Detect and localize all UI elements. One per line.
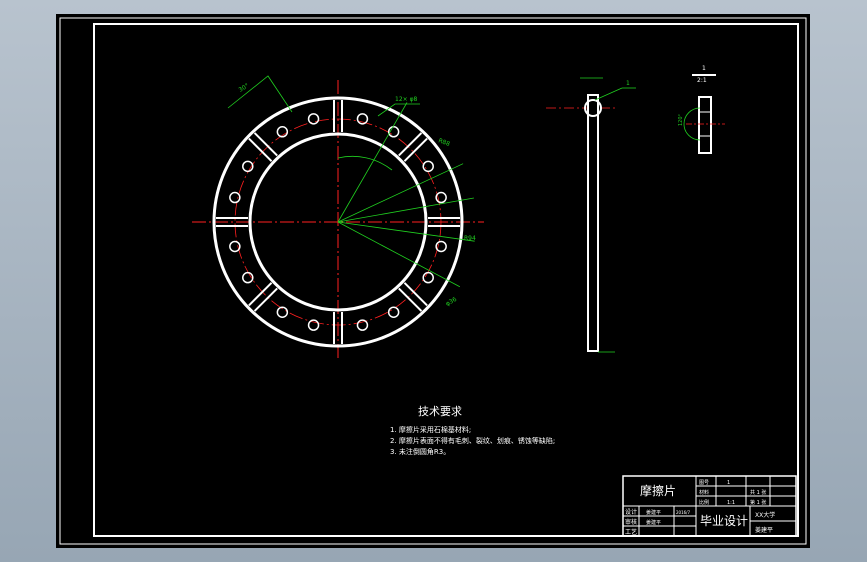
tb-right-label-1: 图号 [699, 480, 709, 486]
tb-row-label-1: 设计 [625, 508, 637, 516]
tb-row-name-2: 姜建平 [646, 519, 661, 526]
section-angle: 120° [678, 113, 684, 126]
tb-row-label-3: 工艺 [625, 528, 637, 536]
tb-date: 2016/7 [676, 510, 691, 515]
part-name: 摩擦片 [640, 483, 676, 498]
side-mark: 1 [626, 80, 630, 87]
tb-row-name-1: 姜建平 [646, 509, 661, 516]
dim-slot-count: 12× φ8 [395, 96, 418, 103]
design-label: 毕业设计 [700, 514, 748, 528]
section-scale: 2:1 [697, 77, 707, 84]
tb-right-label-3: 比例 [699, 499, 709, 506]
school-name: XX大学 [755, 511, 775, 519]
dim-r2: R94 [464, 235, 476, 242]
tech-req-item-3: 3. 未注倒圆角R3。 [390, 447, 450, 456]
tech-req-item-1: 1. 摩擦片采用石棉基材料; [390, 425, 471, 434]
tb-right-value-1: 1 [727, 480, 730, 486]
cad-drawing-canvas: 12× φ8 R88 30° R94 φ36 1 1 2:1 120° 技术要求… [56, 14, 810, 548]
tb-right-label-2: 材料 [699, 489, 709, 496]
tb-right-value-3: 1:1 [727, 500, 735, 506]
drawing-sheet [56, 14, 810, 548]
tb-right-extra-1: 共 1 张 [750, 489, 766, 496]
section-mark: 1 [702, 65, 706, 72]
tb-right-extra-2: 第 1 张 [750, 499, 766, 506]
author-name: 姜建平 [755, 526, 773, 534]
tb-row-label-2: 审核 [625, 518, 637, 526]
tech-req-item-2: 2. 摩擦片表面不得有毛刺、裂纹、划痕、锈蚀等缺陷; [390, 436, 555, 445]
tech-requirements-title: 技术要求 [418, 405, 462, 418]
section-profile [698, 96, 712, 154]
side-view-profile [587, 94, 599, 352]
